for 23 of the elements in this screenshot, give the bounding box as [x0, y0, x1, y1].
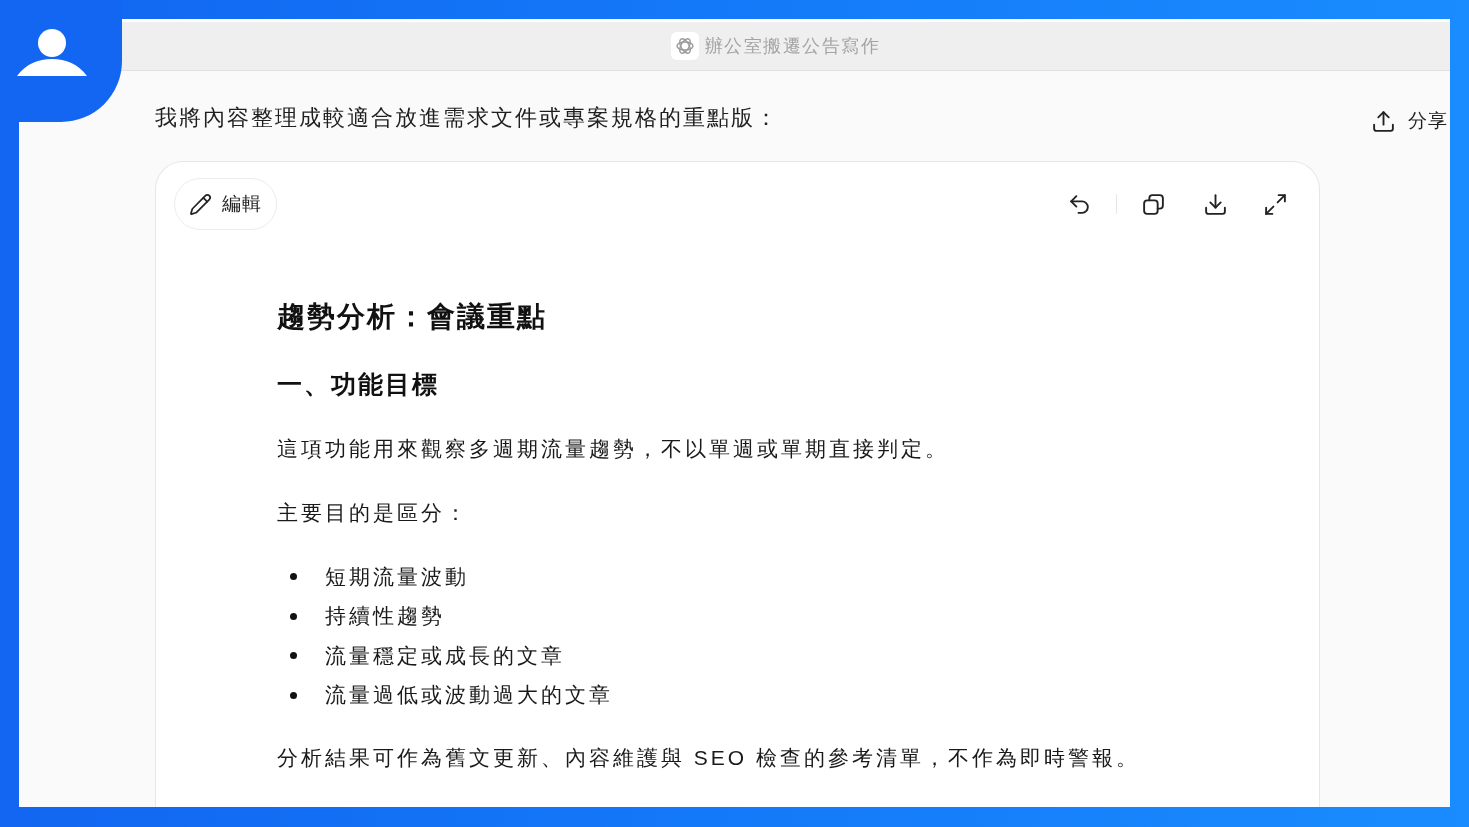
bullet-icon: [290, 652, 297, 660]
bullet-icon: [290, 691, 297, 699]
paragraph-text: 主要目的是區分：: [277, 500, 469, 526]
list-item-text: 短期流量波動: [325, 563, 469, 590]
paragraph-text: 這項功能用來觀察多週期流量趨勢，不以單週或單期直接判定。: [277, 436, 949, 462]
paragraph-text: 分析結果可作為舊文更新、內容維護與 SEO 檢查的參考清單，不作為即時警報。: [277, 745, 1141, 771]
document-title: 趨勢分析：會議重點: [277, 300, 547, 334]
logo-icon: [670, 32, 699, 60]
download-icon: [1202, 191, 1228, 217]
list-item-text: 流量過低或波動過大的文章: [325, 682, 613, 709]
list-item-text: 流量穩定或成長的文章: [325, 642, 565, 669]
bullet-icon: [290, 573, 297, 581]
share-icon: [1371, 108, 1396, 134]
edit-button[interactable]: 編輯: [174, 178, 277, 230]
copy-icon: [1140, 191, 1166, 217]
share-button[interactable]: 分享: [1371, 108, 1448, 134]
list-item-text: 持續性趨勢: [325, 603, 445, 630]
pencil-icon: [189, 192, 212, 216]
section-heading: 一、功能目標: [277, 369, 439, 400]
window-title: 辦公室搬遷公告寫作: [704, 35, 881, 58]
message-text: 我將內容整理成較適合放進需求文件或專案規格的重點版：: [155, 104, 779, 132]
expand-icon: [1262, 191, 1288, 217]
bullet-icon: [290, 612, 297, 620]
